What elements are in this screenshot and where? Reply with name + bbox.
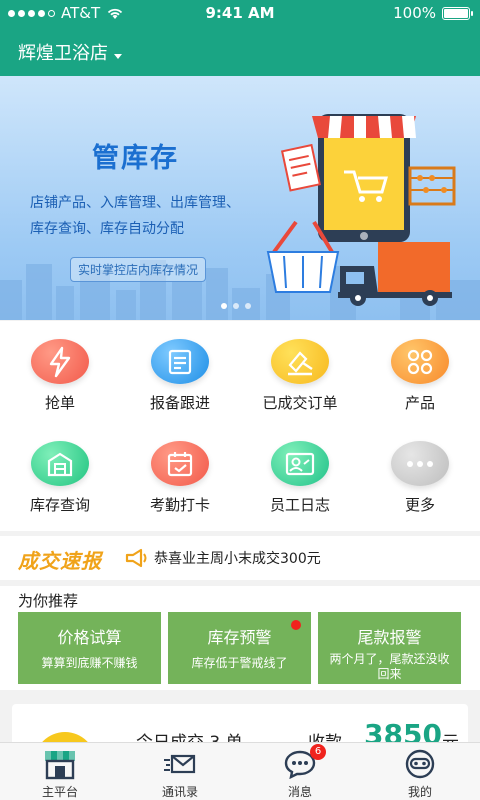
- store-selector[interactable]: 辉煌卫浴店: [18, 39, 122, 65]
- gavel-icon: [271, 339, 329, 384]
- carrier-group: AT&T: [8, 4, 124, 22]
- tab-main-platform[interactable]: 主平台: [0, 743, 120, 800]
- phone-shop-icon: [312, 114, 416, 242]
- more-icon: [391, 441, 449, 486]
- carrier-label: AT&T: [61, 4, 101, 22]
- lightning-icon: [31, 339, 89, 384]
- feature-staff-log[interactable]: 员工日志: [240, 423, 360, 515]
- app-header: 辉煌卫浴店: [0, 26, 480, 76]
- feature-products[interactable]: 产品: [360, 321, 480, 413]
- store-name: 辉煌卫浴店: [18, 43, 108, 64]
- chat-bubble-icon: 6: [282, 744, 326, 780]
- feature-label: 已成交订单: [262, 394, 338, 412]
- page-dot-active: [221, 303, 227, 309]
- inventory-illustration: [266, 114, 456, 306]
- megaphone-icon: [125, 548, 147, 568]
- feature-inventory-query[interactable]: 库存查询: [0, 423, 120, 515]
- feature-closed-orders[interactable]: 已成交订单: [240, 321, 360, 413]
- contacts-mail-icon: [162, 748, 198, 780]
- feature-more[interactable]: 更多: [360, 423, 480, 515]
- feature-label: 员工日志: [269, 496, 330, 514]
- feature-label: 库存查询: [29, 496, 90, 514]
- calendar-check-icon: [151, 441, 209, 486]
- abacus-icon: [408, 166, 456, 206]
- recommend-card-balance-alert[interactable]: 尾款报警 两个月了，尾款还没收回来: [318, 612, 461, 684]
- status-bar: AT&T 9:41 AM 100%: [0, 0, 480, 26]
- card-title: 价格试算: [57, 628, 122, 647]
- report-icon: [151, 339, 209, 384]
- feature-label: 考勤打卡: [149, 496, 210, 514]
- tab-label: 消息: [287, 785, 312, 799]
- profile-icon: [402, 748, 438, 780]
- banner-title: 管库存: [92, 143, 179, 174]
- battery-percent: 100%: [393, 4, 436, 22]
- banner-page-indicator[interactable]: [221, 303, 251, 309]
- deals-message: 恭喜业主周小末成交300元: [154, 551, 321, 567]
- recommend-card-price-calc[interactable]: 价格试算 算算到底赚不赚钱: [18, 612, 161, 684]
- feature-label: 产品: [404, 394, 435, 412]
- deals-logo: 成交速报: [18, 549, 102, 573]
- card-title: 尾款报警: [357, 628, 422, 647]
- feature-grid: 抢单 报备跟进 已成交订单 产品 库存查询 考勤打卡 员工日志 更多: [0, 321, 480, 531]
- storefront-icon: [42, 748, 78, 780]
- chevron-down-icon: [114, 53, 122, 59]
- delivery-truck-icon: [338, 242, 452, 306]
- feature-label: 抢单: [44, 394, 75, 412]
- promo-banner[interactable]: 管库存 店铺产品、入库管理、出库管理、 库存查询、库存自动分配 实时掌控店内库存…: [0, 76, 480, 320]
- notification-dot: [291, 620, 301, 630]
- tab-contacts[interactable]: 通讯录: [120, 743, 240, 800]
- signal-strength-icon: [8, 9, 55, 17]
- bottom-tab-bar: 主平台 通讯录 6 消息 我的: [0, 742, 480, 800]
- deals-ticker[interactable]: 成交速报 恭喜业主周小末成交300元: [0, 536, 480, 580]
- tab-messages[interactable]: 6 消息: [240, 743, 360, 800]
- page-dot: [233, 303, 239, 309]
- wifi-icon: [107, 8, 123, 19]
- receipt-icon: [280, 143, 321, 192]
- card-title: 库存预警: [207, 628, 272, 647]
- tab-profile[interactable]: 我的: [360, 743, 480, 800]
- feature-report-follow[interactable]: 报备跟进: [120, 321, 240, 413]
- battery-icon: [442, 6, 473, 20]
- tab-label: 我的: [407, 785, 432, 799]
- tab-label: 主平台: [41, 785, 78, 799]
- card-subtitle: 算算到底赚不赚钱: [41, 656, 138, 670]
- unread-badge: 6: [310, 744, 326, 760]
- feature-grab-order[interactable]: 抢单: [0, 321, 120, 413]
- page-dot: [245, 303, 251, 309]
- banner-line-2: 库存查询、库存自动分配: [30, 221, 184, 237]
- clover-icon: [391, 339, 449, 384]
- feature-attendance[interactable]: 考勤打卡: [120, 423, 240, 515]
- banner-tagline: 实时掌控店内库存情况: [70, 257, 207, 282]
- battery-group: 100%: [393, 4, 473, 22]
- banner-line-1: 店铺产品、入库管理、出库管理、: [30, 195, 240, 211]
- recommend-section: 为你推荐 价格试算 算算到底赚不赚钱 库存预警 库存低于警戒线了 尾款报警 两个…: [0, 586, 480, 690]
- tab-label: 通讯录: [161, 785, 198, 799]
- card-subtitle: 两个月了，尾款还没收回来: [329, 652, 450, 681]
- recommend-heading: 为你推荐: [18, 592, 79, 610]
- id-card-icon: [271, 441, 329, 486]
- warehouse-icon: [31, 441, 89, 486]
- recommend-card-stock-alert[interactable]: 库存预警 库存低于警戒线了: [168, 612, 311, 684]
- card-subtitle: 库存低于警戒线了: [191, 656, 288, 670]
- feature-label: 报备跟进: [149, 394, 210, 412]
- feature-label: 更多: [404, 496, 435, 514]
